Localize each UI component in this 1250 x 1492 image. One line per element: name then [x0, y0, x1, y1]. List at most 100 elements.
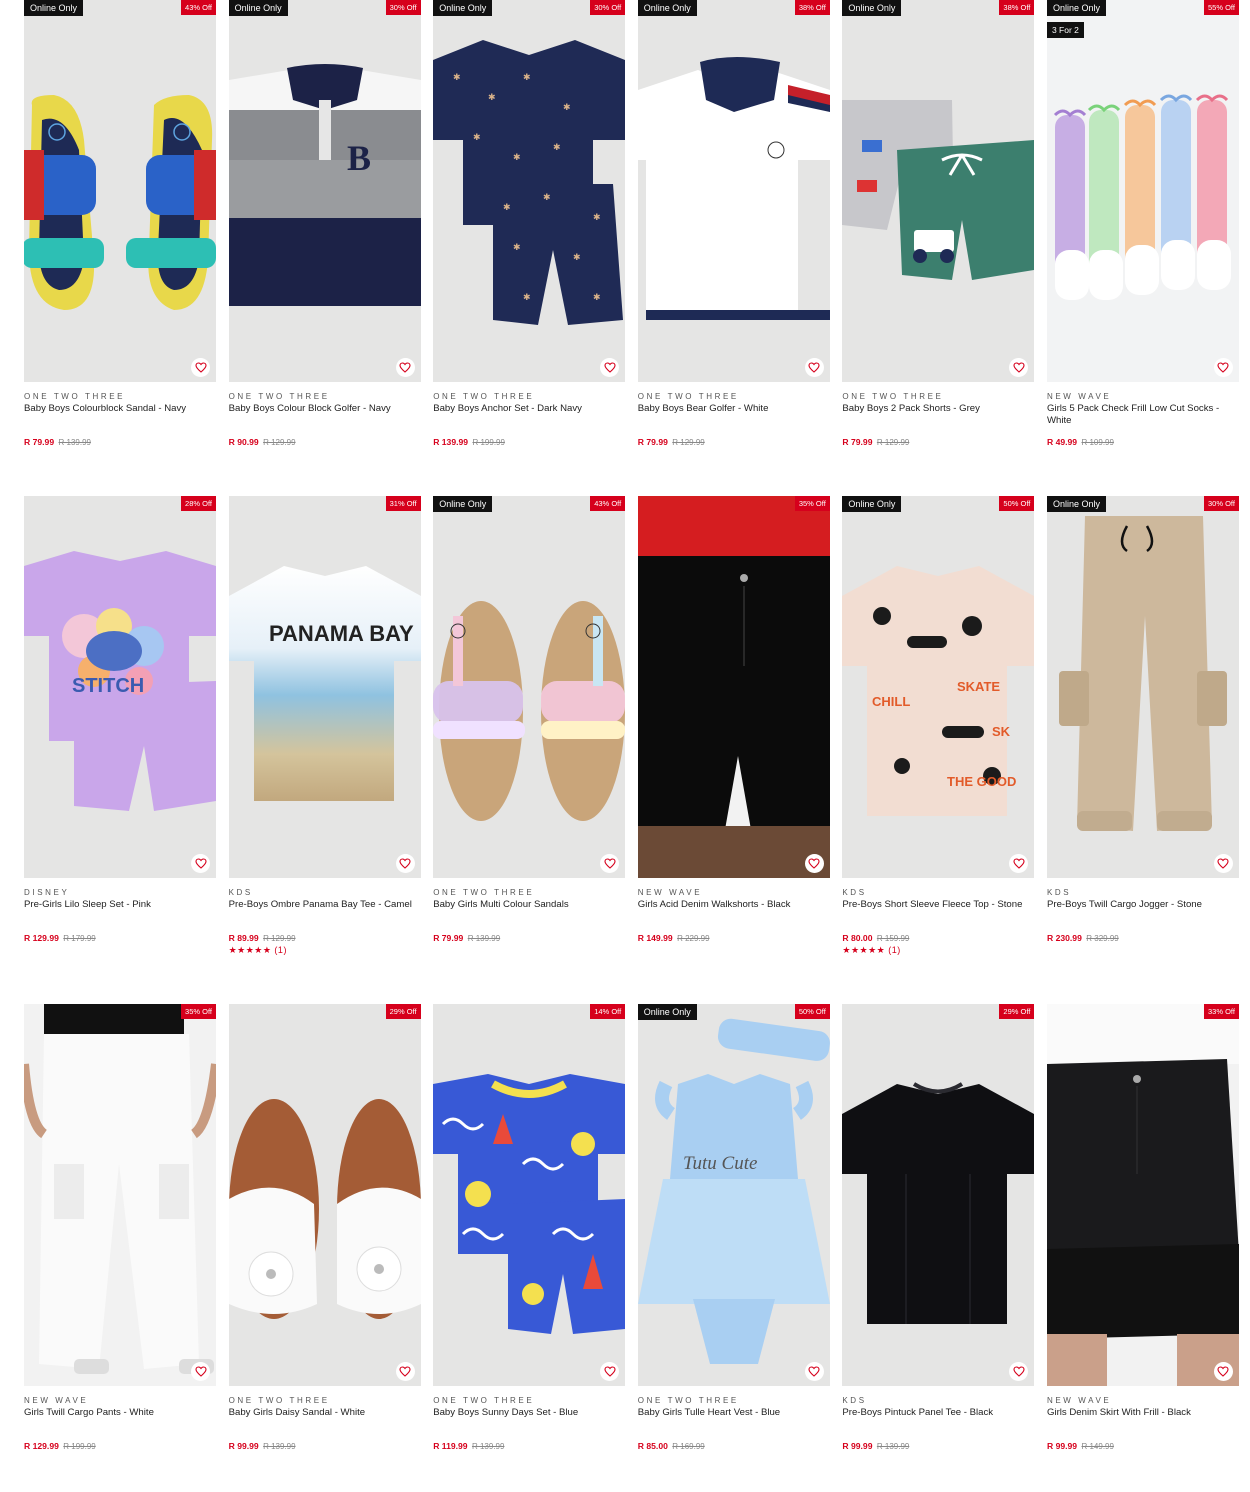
product-image[interactable]: Online Only 43% Off	[24, 0, 216, 382]
product-image[interactable]: Online Only 38% Off	[637, 0, 830, 382]
product-image[interactable]: Online Only 3 For 2 55% Off	[1046, 0, 1239, 382]
product-price: R 129.99 R 179.99	[24, 933, 216, 944]
product-title-link[interactable]: Baby Boys Sunny Days Set - Blue	[433, 1407, 625, 1437]
product-card[interactable]: 35% Off NEW WAVE Girls Twill Cargo Pants -…	[24, 1004, 216, 1492]
product-card[interactable]: Online Only 38% Off ONE TWO THREE Baby Boys…	[637, 0, 830, 496]
product-card[interactable]: Online Only 30% Off KDS Pre-Boys Twill Carg…	[1046, 496, 1239, 1004]
product-title-link[interactable]: Baby Girls Tulle Heart Vest - Blue	[638, 1407, 830, 1437]
product-title-link[interactable]: Pre-Girls Lilo Sleep Set - Pink	[24, 899, 216, 929]
discount-badge: 31% Off	[385, 496, 421, 511]
product-card[interactable]: STITCH 28% Off DISNEY Pre-Girls Lilo Sleep …	[24, 496, 216, 1004]
wishlist-heart-icon[interactable]	[191, 854, 210, 873]
online-only-badge: Online Only	[637, 1004, 697, 1020]
online-only-badge: Online Only	[228, 0, 288, 16]
svg-text:✱: ✱	[513, 153, 521, 163]
product-image[interactable]: 33% Off	[1046, 1004, 1239, 1386]
wishlist-heart-icon[interactable]	[804, 358, 824, 377]
product-image[interactable]: PANAMA BAY 31% Off	[228, 496, 421, 878]
product-brand: KDS	[842, 888, 867, 897]
sale-price: R 85.00	[637, 1441, 668, 1451]
svg-text:SKATE: SKATE	[957, 679, 1000, 694]
product-title-link[interactable]: Girls 5 Pack Check Frill Low Cut Socks -…	[1047, 403, 1239, 433]
product-card[interactable]: Tutu Cute Online Only 50% Off ONE TWO THREE…	[637, 1004, 830, 1492]
product-price: R 99.99 R 139.99	[229, 1441, 421, 1452]
svg-text:STITCH: STITCH	[72, 675, 144, 697]
product-image[interactable]: 29% Off	[228, 1004, 421, 1386]
product-brand: NEW WAVE	[637, 888, 703, 897]
product-card[interactable]: Online Only 3 For 2 55% Off NEW WAVE Girls 5…	[1046, 0, 1239, 496]
product-title-link[interactable]: Baby Boys Anchor Set - Dark Navy	[433, 403, 625, 433]
product-card[interactable]: 33% Off NEW WAVE Girls Denim Skirt With Fr…	[1046, 1004, 1239, 1492]
product-brand: ONE TWO THREE	[637, 1396, 739, 1405]
product-price: R 79.99 R 139.99	[24, 437, 216, 448]
product-image[interactable]: Online Only 30% Off	[1046, 496, 1239, 878]
product-image[interactable]: CHILL SKATE THE GOOD SK Online Only 50% Off	[842, 496, 1035, 878]
original-price: R 149.99	[1081, 1442, 1114, 1451]
product-image[interactable]: 14% Off	[433, 1004, 626, 1386]
product-card[interactable]: Online Only 43% Off ONE TWO THREE Baby Girl…	[433, 496, 626, 1004]
product-grid: Online Only 43% Off ONE TWO THREE Baby Boys…	[24, 0, 1239, 1492]
wishlist-heart-icon[interactable]	[395, 854, 415, 873]
product-photo-lilo-set: STITCH	[24, 551, 216, 811]
product-card[interactable]: 14% Off ONE TWO THREE Baby Boys Sunny Days…	[433, 1004, 626, 1492]
sale-price: R 230.99	[1046, 933, 1082, 943]
product-image[interactable]: ✱ ✱ ✱ ✱ ✱ ✱ ✱ ✱ ✱ ✱ ✱ ✱ ✱ ✱ Online Only 30% Off	[433, 0, 626, 382]
product-title-link[interactable]: Pre-Boys Short Sleeve Fleece Top - Stone	[842, 899, 1034, 929]
svg-text:✱: ✱	[563, 103, 571, 113]
product-image[interactable]: Online Only 38% Off	[842, 0, 1035, 382]
product-brand: ONE TWO THREE	[228, 392, 330, 401]
product-image[interactable]: Online Only 43% Off	[433, 496, 626, 878]
online-only-badge: Online Only	[842, 0, 902, 16]
product-price: R 149.99 R 229.99	[638, 933, 830, 944]
product-brand: ONE TWO THREE	[637, 392, 739, 401]
product-card[interactable]: ✱ ✱ ✱ ✱ ✱ ✱ ✱ ✱ ✱ ✱ ✱ ✱ ✱ ✱ Online Only 30% Off ONE TWO …	[433, 0, 626, 496]
product-image[interactable]: 35% Off	[24, 1004, 216, 1386]
star-rating[interactable]: ★★★★★ (1)	[229, 945, 421, 956]
product-card[interactable]: 29% Off KDS Pre-Boys Pintuck Panel Tee - B…	[842, 1004, 1035, 1492]
product-card[interactable]: 29% Off ONE TWO THREE Baby Girls Daisy San…	[228, 1004, 421, 1492]
product-image[interactable]: STITCH 28% Off	[24, 496, 216, 878]
product-card[interactable]: CHILL SKATE THE GOOD SK Online Only 50% Off KD…	[842, 496, 1035, 1004]
wishlist-heart-icon[interactable]	[395, 1362, 415, 1381]
product-image[interactable]: 35% Off	[637, 496, 830, 878]
product-image[interactable]: 29% Off	[842, 1004, 1035, 1386]
product-card[interactable]: Online Only 43% Off ONE TWO THREE Baby Boys…	[24, 0, 216, 496]
wishlist-heart-icon[interactable]	[1213, 358, 1233, 377]
svg-text:✱: ✱	[593, 213, 601, 223]
product-card[interactable]: B Online Only 30% Off ONE TWO THREE Baby Boy…	[228, 0, 421, 496]
product-title-link[interactable]: Pre-Boys Twill Cargo Jogger - Stone	[1047, 899, 1239, 929]
original-price: R 129.99	[263, 438, 296, 447]
product-card[interactable]: 35% Off NEW WAVE Girls Acid Denim Walkshor…	[637, 496, 830, 1004]
online-only-badge: Online Only	[1046, 0, 1106, 16]
product-brand: DISNEY	[24, 888, 70, 897]
online-only-badge: Online Only	[433, 496, 493, 512]
product-title-link[interactable]: Pre-Boys Ombre Panama Bay Tee - Camel	[229, 899, 421, 929]
wishlist-heart-icon[interactable]	[804, 1362, 824, 1381]
svg-text:✱: ✱	[593, 293, 601, 303]
star-rating[interactable]: ★★★★★ (1)	[842, 945, 1034, 956]
product-card[interactable]: PANAMA BAY 31% Off KDS Pre-Boys Ombre Panam…	[228, 496, 421, 1004]
product-title-link[interactable]: Baby Girls Daisy Sandal - White	[229, 1407, 421, 1437]
product-title-link[interactable]: Baby Girls Multi Colour Sandals	[433, 899, 625, 929]
product-image[interactable]: B Online Only 30% Off	[228, 0, 421, 382]
product-title-link[interactable]: Pre-Boys Pintuck Panel Tee - Black	[842, 1407, 1034, 1437]
wishlist-heart-icon[interactable]	[804, 854, 824, 873]
product-image[interactable]: Tutu Cute Online Only 50% Off	[637, 1004, 830, 1386]
sale-price: R 89.99	[228, 933, 259, 943]
product-title-link[interactable]: Baby Boys Bear Golfer - White	[638, 403, 830, 433]
product-title-link[interactable]: Baby Boys Colour Block Golfer - Navy	[229, 403, 421, 433]
wishlist-heart-icon[interactable]	[1213, 1362, 1233, 1381]
product-title-link[interactable]: Girls Acid Denim Walkshorts - Black	[638, 899, 830, 929]
product-title-link[interactable]: Baby Boys Colourblock Sandal - Navy	[24, 403, 216, 433]
product-title-link[interactable]: Girls Denim Skirt With Frill - Black	[1047, 1407, 1239, 1437]
wishlist-heart-icon[interactable]	[395, 358, 415, 377]
product-photo-daisy-sandal	[228, 1099, 421, 1319]
svg-text:✱: ✱	[473, 133, 481, 143]
product-title-link[interactable]: Girls Twill Cargo Pants - White	[24, 1407, 216, 1437]
wishlist-heart-icon[interactable]	[191, 358, 210, 377]
product-title-link[interactable]: Baby Boys 2 Pack Shorts - Grey	[842, 403, 1034, 433]
wishlist-heart-icon[interactable]	[191, 1362, 210, 1381]
wishlist-heart-icon[interactable]	[1213, 854, 1233, 873]
product-card[interactable]: Online Only 38% Off ONE TWO THREE Baby Boys…	[842, 0, 1035, 496]
discount-badge: 30% Off	[385, 0, 421, 15]
